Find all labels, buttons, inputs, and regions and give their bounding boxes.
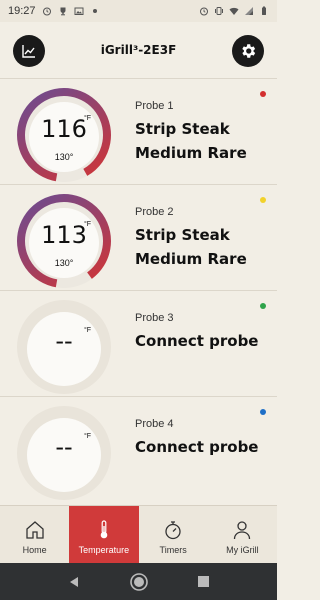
probe-label: Probe 4 (135, 418, 174, 430)
probe-label: Probe 1 (135, 100, 174, 112)
nav-item-label: Home (22, 545, 47, 555)
thermometer-icon (100, 520, 108, 539)
home-icon (25, 521, 44, 539)
battery-icon (262, 6, 266, 15)
home-button-icon[interactable] (129, 572, 149, 592)
probe-name: Strip Steak Medium Rare (135, 120, 247, 162)
app-header: iGrill³-2E3F (0, 22, 277, 78)
probe-temperature: -- (55, 327, 73, 355)
probe-name: Strip Steak Medium Rare (135, 226, 247, 268)
probe-temperature: 113 (41, 221, 87, 249)
cellular-icon (245, 7, 253, 15)
stopwatch-icon (165, 521, 181, 540)
chart-button[interactable] (13, 35, 45, 67)
bottom-navigation: Home Temperature Timers My iGrill (0, 505, 277, 563)
temperature-unit: °F (84, 221, 92, 228)
page-title: iGrill³-2E3F (100, 43, 177, 57)
alarm-icon (200, 7, 208, 16)
back-icon[interactable] (67, 575, 81, 589)
nav-item-my-igrill[interactable]: My iGrill (208, 506, 277, 563)
person-icon (234, 521, 251, 540)
probe-name: Connect probe (135, 438, 259, 456)
probe-label: Probe 3 (135, 312, 174, 324)
settings-button[interactable] (232, 35, 264, 67)
probe-card-3[interactable]: -- °F Probe 3 Connect probe (0, 290, 277, 396)
status-time: 19:27 (8, 5, 36, 17)
temperature-unit: °F (84, 433, 92, 440)
probe-card-1[interactable]: 116 °F 130° Probe 1 Strip Steak Medium R… (0, 78, 277, 184)
nav-item-temperature[interactable]: Temperature (69, 506, 139, 563)
wifi-icon (229, 7, 239, 15)
photo-icon (74, 7, 84, 15)
chart-icon (22, 45, 35, 58)
nav-item-home[interactable]: Home (0, 506, 69, 563)
probe-card-4[interactable]: -- °F Probe 4 Connect probe (0, 396, 277, 502)
recents-icon[interactable] (197, 575, 210, 588)
nav-item-label: My iGrill (226, 545, 259, 555)
system-navigation-bar (0, 563, 277, 600)
probe-status-dot (260, 409, 266, 415)
alarm-icon (42, 7, 51, 16)
probe-status-dot (260, 197, 266, 203)
target-temperature: 130° (54, 152, 74, 162)
nav-item-label: Temperature (78, 545, 130, 555)
probe-status-dot (260, 303, 266, 309)
nav-item-label: Timers (159, 545, 187, 555)
target-temperature: 130° (54, 258, 74, 268)
probe-label: Probe 2 (135, 206, 174, 218)
gear-icon (242, 44, 256, 58)
temperature-unit: °F (84, 115, 92, 122)
status-bar: 19:27 (0, 0, 277, 22)
probe-temperature: 116 (41, 115, 87, 143)
vibrate-icon (215, 7, 223, 15)
probe-name: Connect probe (135, 332, 259, 350)
probe-temperature: -- (55, 433, 73, 461)
probe-status-dot (260, 91, 266, 97)
probe-card-2[interactable]: 113 °F 130° Probe 2 Strip Steak Medium R… (0, 184, 277, 290)
nav-item-timers[interactable]: Timers (139, 506, 208, 563)
trophy-icon (60, 7, 66, 16)
signal-dot (92, 9, 97, 13)
temperature-unit: °F (84, 327, 92, 334)
